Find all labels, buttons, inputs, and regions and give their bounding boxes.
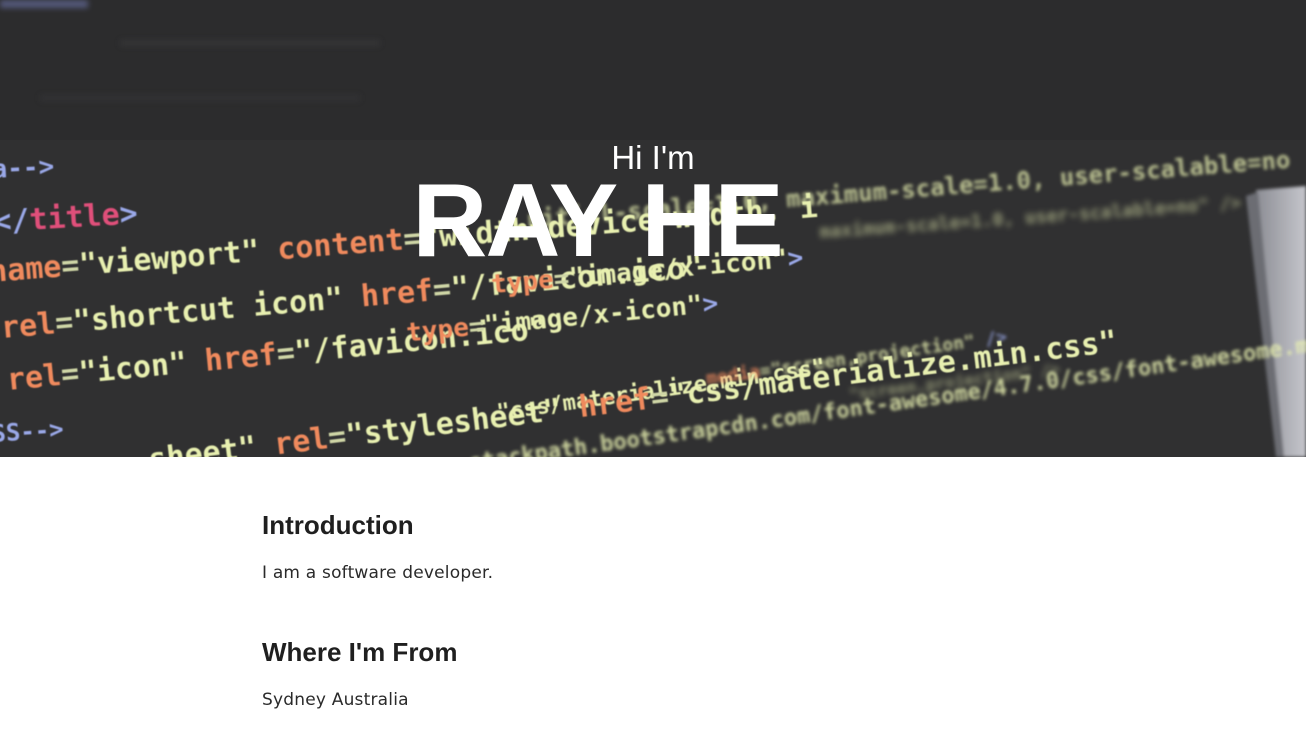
hero-heading-group: Hi I'm RAY HE [0,0,1306,457]
where-from-heading: Where I'm From [262,637,458,667]
hero-banner: --> a--> </title> name="viewport" conten… [0,0,1306,457]
introduction-heading: Introduction [262,510,414,540]
where-from-text: Sydney Australia [262,690,409,710]
hero-name: RAY HE [412,163,784,279]
introduction-text: I am a software developer. [262,563,494,583]
